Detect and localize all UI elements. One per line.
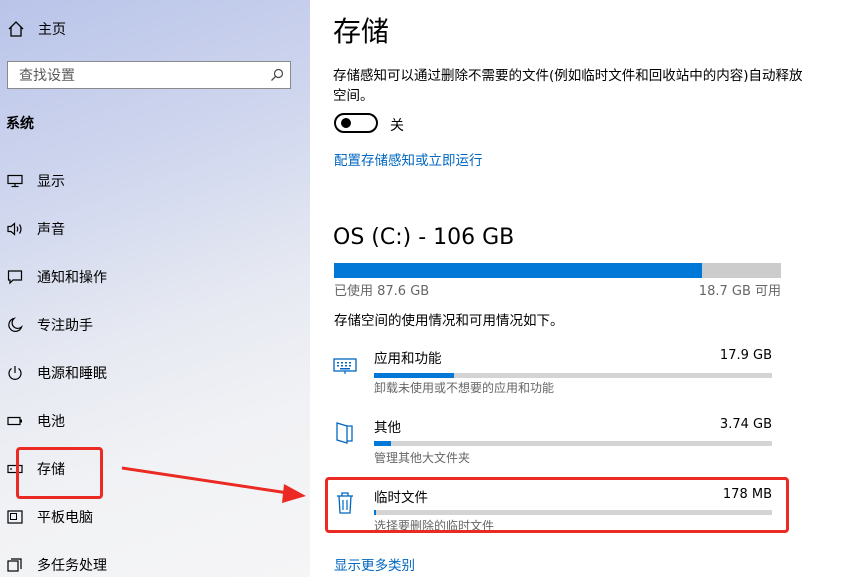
section-heading-system: 系统 [6,116,34,132]
drive-title: OS (C:) - 106 GB [333,225,515,250]
search-settings-input[interactable]: 查找设置 [7,61,291,89]
annotation-highlight-temp-files [325,477,789,533]
sidebar-item-label: 平板电脑 [37,510,93,526]
annotation-highlight-storage [16,447,103,499]
notification-icon [6,268,24,286]
search-placeholder: 查找设置 [19,68,75,84]
drive-used-label: 已使用 87.6 GB [334,284,430,299]
storage-sense-description: 存储感知可以通过删除不需要的文件(例如临时文件和回收站中的内容)自动释放空间。 [333,68,803,104]
sidebar-item-label: 通知和操作 [37,270,107,286]
page-title: 存储 [333,15,390,48]
category-other-size: 3.74 GB [719,417,772,432]
category-apps-fill [374,373,454,378]
category-other-name[interactable]: 其他 [374,416,401,436]
multitask-icon [6,556,24,574]
sidebar-item-power-sleep[interactable]: 电源和睡眠 [6,361,107,385]
display-icon [6,172,24,190]
power-icon [6,364,24,382]
sidebar-item-label: 电源和睡眠 [37,366,107,382]
usage-description: 存储空间的使用情况和可用情况如下。 [334,313,564,329]
sidebar-item-label: 显示 [37,174,65,190]
sidebar-item-label: 专注助手 [37,318,93,334]
folder-icon [333,420,357,446]
category-other-bar [374,441,772,446]
category-apps-desc: 卸载未使用或不想要的应用和功能 [374,381,555,395]
home-link[interactable]: 主页 [6,17,66,41]
category-apps-size: 17.9 GB [719,348,772,363]
category-apps-bar [374,373,772,378]
category-other-fill [374,441,391,446]
sound-icon [6,220,24,238]
sidebar-item-multitasking[interactable]: 多任务处理 [6,553,107,577]
sidebar-item-notifications[interactable]: 通知和操作 [6,265,107,289]
battery-icon [6,412,24,430]
toggle-state-label: 关 [390,118,404,134]
sidebar-item-label: 多任务处理 [37,558,107,574]
drive-usage-fill [334,263,703,278]
drive-free-label: 18.7 GB 可用 [698,284,781,299]
moon-icon [6,316,24,334]
toggle-knob [341,118,351,128]
sidebar-item-tablet[interactable]: 平板电脑 [6,505,93,529]
storage-sense-toggle[interactable] [334,113,378,133]
keyboard-icon [333,353,357,379]
show-more-categories-link[interactable]: 显示更多类别 [334,554,415,574]
configure-storage-sense-link[interactable]: 配置存储感知或立即运行 [334,149,483,169]
category-apps-name[interactable]: 应用和功能 [374,347,442,367]
sidebar-item-focus-assist[interactable]: 专注助手 [6,313,93,337]
sidebar-item-battery[interactable]: 电池 [6,409,65,433]
drive-usage-bar[interactable] [334,263,781,278]
category-other-desc: 管理其他大文件夹 [374,451,471,465]
sidebar-item-label: 电池 [37,414,65,430]
sidebar-item-sound[interactable]: 声音 [6,217,65,241]
home-label: 主页 [38,22,66,38]
sidebar-item-label: 声音 [37,222,65,238]
sidebar-item-display[interactable]: 显示 [6,169,65,193]
tablet-icon [6,508,24,526]
search-icon[interactable] [264,62,290,88]
home-icon [6,19,26,39]
